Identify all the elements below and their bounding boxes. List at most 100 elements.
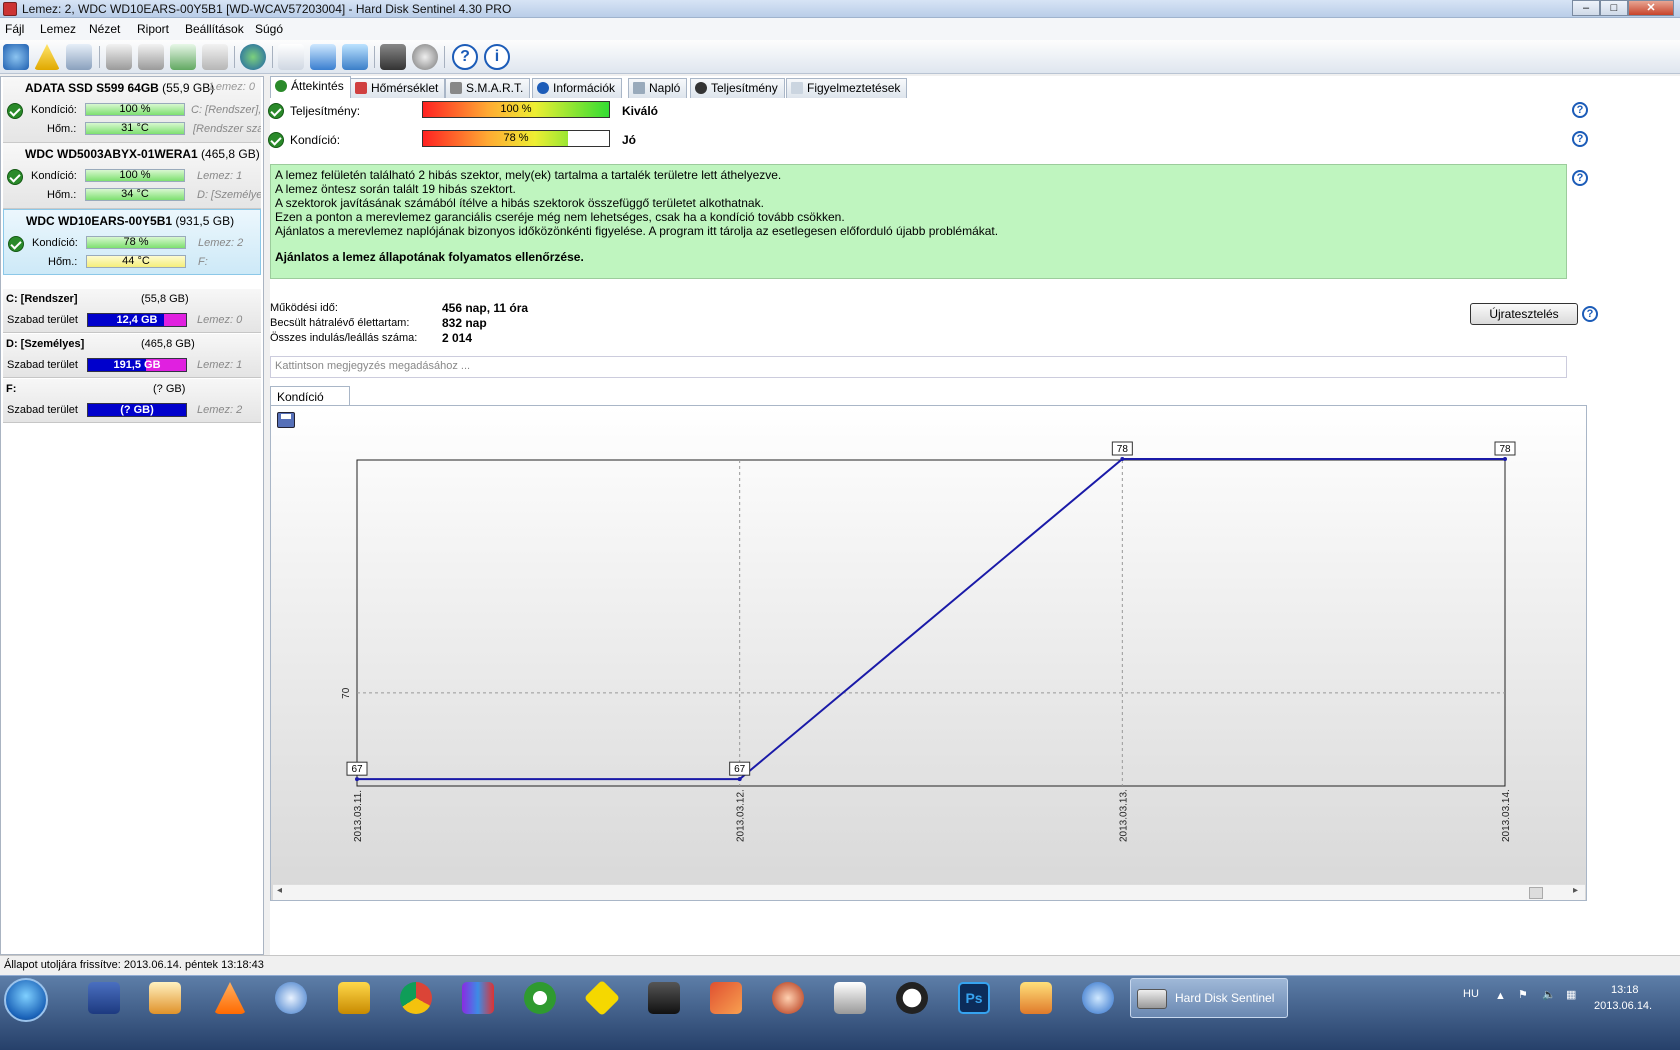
hatralevo-value: 832 nap [442, 316, 487, 330]
action-center-flag-icon[interactable]: ⚑ [1518, 988, 1528, 1001]
minimize-button[interactable]: – [1572, 0, 1600, 16]
satellite-off-icon[interactable] [202, 44, 228, 70]
sync-icon[interactable] [310, 44, 336, 70]
floppy-icon[interactable] [88, 982, 120, 1014]
checklist-icon[interactable] [1020, 982, 1052, 1014]
tab-homerseklet[interactable]: Hőmérséklet [350, 78, 446, 98]
volume-name: C: [Rendszer] [6, 293, 78, 305]
maximize-button[interactable]: □ [1600, 0, 1628, 16]
tab-informaciok[interactable]: Információk [532, 78, 623, 98]
ok-check-icon [268, 132, 284, 148]
cmd-icon[interactable] [648, 982, 680, 1014]
message-line: A lemez felületén található 2 hibás szek… [275, 168, 782, 182]
taskbar-app-hds[interactable]: Hard Disk Sentinel [1130, 978, 1288, 1018]
utorrent-icon[interactable] [524, 982, 556, 1014]
satellite-icon[interactable] [106, 44, 132, 70]
mpc-icon[interactable] [834, 982, 866, 1014]
acoustic-icon[interactable] [412, 44, 438, 70]
data-label: 67 [734, 764, 746, 775]
menu-sugo[interactable]: Súgó [255, 22, 283, 36]
menu-fajl[interactable]: Fájl [5, 22, 24, 36]
filezilla-icon[interactable] [710, 982, 742, 1014]
condition-chart: 2013.03.11. 2013.03.12. 2013.03.13. 2013.03… [341, 441, 1516, 842]
menu-lemez[interactable]: Lemez [40, 22, 76, 36]
close-button[interactable]: ✕ [1628, 0, 1674, 16]
tab-attekintes[interactable]: Áttekintés [270, 76, 351, 98]
save-icon[interactable] [277, 412, 295, 428]
help-icon[interactable]: ? [1572, 131, 1588, 147]
warning-icon[interactable] [34, 44, 60, 70]
browser-icon[interactable] [772, 982, 804, 1014]
disk-name: ADATA SSD S599 64GB [25, 81, 159, 95]
ok-check-icon [7, 103, 23, 119]
language-indicator[interactable]: HU [1463, 988, 1479, 1000]
menu-beallitasok[interactable]: Beállítások [185, 22, 244, 36]
hom-bar: 34 °C [85, 188, 185, 201]
satellite-send-icon[interactable] [138, 44, 164, 70]
volume-icon[interactable]: 🔈 [1542, 988, 1556, 1001]
volume-item-c[interactable]: C: [Rendszer] (55,8 GB) Szabad terület 1… [3, 289, 261, 333]
start-button[interactable] [4, 978, 48, 1022]
help-icon[interactable]: ? [452, 44, 478, 70]
report-icon[interactable] [278, 44, 304, 70]
app-icon [3, 2, 17, 16]
globe-icon[interactable] [240, 44, 266, 70]
data-point [355, 777, 359, 782]
horizontal-scrollbar[interactable]: ◂ ▸ [273, 884, 1585, 900]
volume-item-f[interactable]: F: (? GB) Szabad terület (? GB) Lemez: 2 [3, 379, 261, 423]
menu-nezet[interactable]: Nézet [89, 22, 120, 36]
upload-icon[interactable] [583, 979, 621, 1017]
mukodesi-ido-label: Működési idő: [270, 302, 338, 314]
vlc-icon[interactable] [214, 982, 246, 1014]
scroll-thumb[interactable] [1529, 887, 1543, 899]
volume-size: (465,8 GB) [141, 338, 195, 350]
chrome-icon[interactable] [400, 982, 432, 1014]
retest-button[interactable]: Újratesztelés [1470, 303, 1578, 325]
satellite-ok-icon[interactable] [170, 44, 196, 70]
mail-icon[interactable] [275, 982, 307, 1014]
status-message-box: A lemez felületén található 2 hibás szek… [270, 164, 1567, 279]
scroll-right-icon[interactable]: ▸ [1573, 885, 1578, 896]
disk-lemez: Lemez: 0 [209, 81, 255, 93]
disk-name: WDC WD10EARS-00Y5B1 [26, 214, 173, 228]
plot-area [356, 459, 1506, 787]
indulas-label: Összes indulás/leállás száma: [270, 332, 418, 344]
help-icon[interactable]: ? [1572, 102, 1588, 118]
info-icon[interactable]: i [484, 44, 510, 70]
free-label: Szabad terület [7, 314, 78, 326]
network-tray-icon[interactable]: ▦ [1566, 988, 1576, 1001]
refresh-icon[interactable] [3, 44, 29, 70]
tray-expand-icon[interactable]: ▲ [1495, 990, 1506, 1002]
x-tick-label: 2013.03.11. [353, 790, 364, 842]
photoshop-icon[interactable]: Ps [958, 982, 990, 1014]
pencil-icon[interactable] [338, 982, 370, 1014]
tab-smart[interactable]: S.M.A.R.T. [445, 78, 531, 98]
disk-icon[interactable] [66, 44, 92, 70]
tab-kondicio-chart[interactable]: Kondíció (%) [270, 386, 350, 418]
disk-item-2[interactable]: WDC WD10EARS-00Y5B1 (931,5 GB) Kondíció:… [3, 209, 261, 275]
surface-test-icon[interactable] [380, 44, 406, 70]
message-recommendation: Ajánlatos a lemez állapotának folyamatos… [275, 250, 584, 264]
x-tick-label: 2013.03.12. [736, 789, 747, 842]
itunes-icon[interactable] [1082, 982, 1114, 1014]
tab-figyelmeztetesek[interactable]: Figyelmeztetések [786, 78, 908, 98]
disk-item-0[interactable]: ADATA SSD S599 64GB (55,9 GB) Lemez: 0 K… [3, 77, 261, 143]
kondicio-label: Kondíció: [31, 170, 77, 182]
help-icon[interactable]: ? [1582, 306, 1598, 322]
help-icon[interactable]: ? [1572, 170, 1588, 186]
football-icon[interactable] [896, 982, 928, 1014]
disk-item-1[interactable]: WDC WD5003ABYX-01WERA1 (465,8 GB) Kondíc… [3, 143, 261, 209]
data-point [737, 777, 742, 782]
clock-time[interactable]: 13:18 [1611, 984, 1639, 996]
scroll-left-icon[interactable]: ◂ [277, 885, 282, 896]
volume-item-d[interactable]: D: [Személyes] (465,8 GB) Szabad terület… [3, 334, 261, 378]
winrar-icon[interactable] [462, 982, 494, 1014]
clock-date[interactable]: 2013.06.14. [1594, 1000, 1652, 1012]
menu-riport[interactable]: Riport [137, 22, 169, 36]
media-player-icon[interactable] [149, 982, 181, 1014]
note-input[interactable]: Kattintson megjegyzés megadásához ... [270, 356, 1567, 378]
network-icon[interactable] [342, 44, 368, 70]
tab-naplo[interactable]: Napló [628, 78, 688, 98]
tab-teljesitmeny[interactable]: Teljesítmény [690, 78, 785, 98]
toolbar: ? i [0, 40, 1680, 74]
